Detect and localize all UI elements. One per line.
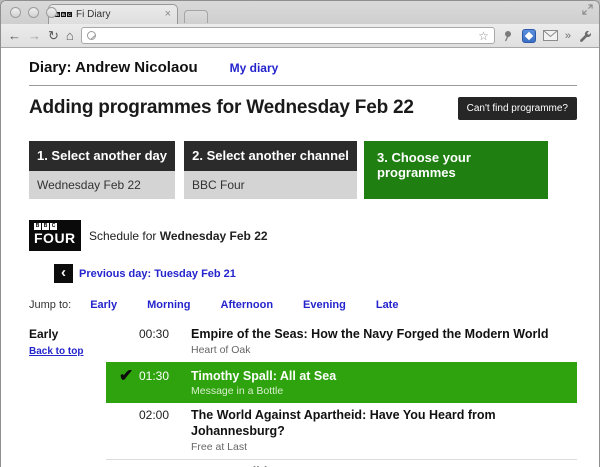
- browser-window: BBC Fi Diary × ← → ↻ ⌂ ☆ » Diary: Andrew…: [0, 0, 600, 467]
- channel-schedule-header: BBC FOUR Schedule for Wednesday Feb 22: [29, 220, 577, 251]
- step-select-channel-label[interactable]: 2. Select another channel: [184, 141, 357, 171]
- programme-subtitle: Heart of Oak: [191, 343, 251, 356]
- programme-row[interactable]: 03:00 How to Build... Series 1, A Jumbo …: [106, 460, 577, 467]
- schedule-for-text: Schedule for Wednesday Feb 22: [89, 228, 268, 243]
- tab-title: Fi Diary: [76, 9, 111, 20]
- pin-extension-icon[interactable]: [502, 29, 515, 42]
- programme-time: 02:00: [139, 408, 170, 423]
- step-select-day[interactable]: 1. Select another day Wednesday Feb 22: [29, 141, 175, 199]
- schedule-date: Wednesday Feb 22: [159, 228, 268, 243]
- previous-day-link[interactable]: Previous day: Tuesday Feb 21: [79, 268, 236, 280]
- home-icon[interactable]: ⌂: [66, 29, 74, 42]
- jump-to-nav: Jump to: Early Morning Afternoon Evening…: [29, 299, 577, 311]
- programme-title[interactable]: The World Against Apartheid: Have You He…: [191, 408, 577, 439]
- section-label-early: Early: [29, 327, 59, 341]
- window-controls: [10, 7, 57, 18]
- programme-subtitle: Free at Last: [191, 440, 248, 453]
- reload-icon[interactable]: ↻: [48, 29, 59, 42]
- wizard-steps: 1. Select another day Wednesday Feb 22 2…: [29, 141, 577, 199]
- bbc-four-wordmark: FOUR: [34, 230, 76, 246]
- schedule-list: Early Back to top 00:30 Empire of the Se…: [29, 322, 577, 467]
- tab-strip: BBC Fi Diary ×: [1, 1, 599, 24]
- step-select-day-label[interactable]: 1. Select another day: [29, 141, 175, 171]
- step-select-day-value: Wednesday Feb 22: [29, 171, 175, 199]
- previous-day-nav[interactable]: ‹ Previous day: Tuesday Feb 21: [54, 264, 577, 283]
- previous-day-arrow-icon[interactable]: ‹: [54, 264, 73, 283]
- programme-time: 01:30: [139, 368, 170, 383]
- bbc-favicon-icon: BBC: [55, 12, 72, 17]
- check-icon: ✔: [119, 365, 134, 385]
- programme-time: 00:30: [139, 327, 170, 341]
- programme-row[interactable]: 02:00 The World Against Apartheid: Have …: [106, 403, 577, 460]
- url-input[interactable]: [100, 29, 474, 42]
- my-diary-link[interactable]: My diary: [230, 61, 279, 75]
- step-select-channel[interactable]: 2. Select another channel BBC Four: [184, 141, 357, 199]
- browser-tab[interactable]: BBC Fi Diary ×: [48, 4, 178, 24]
- programme-row[interactable]: 00:30 Empire of the Seas: How the Navy F…: [106, 322, 577, 362]
- expand-window-icon[interactable]: [582, 4, 593, 15]
- close-tab-icon[interactable]: ×: [165, 9, 171, 20]
- minimize-window-button[interactable]: [28, 7, 39, 18]
- toolbar-overflow-icon[interactable]: »: [565, 30, 571, 42]
- envelope-extension-icon[interactable]: [542, 30, 558, 41]
- programme-title[interactable]: Timothy Spall: All at Sea: [191, 369, 577, 385]
- diary-header: Diary: Andrew Nicolaou My diary: [29, 59, 577, 76]
- programme-subtitle: Message in a Bottle: [191, 385, 284, 398]
- adding-programmes-heading: Adding programmes for Wednesday Feb 22: [29, 97, 414, 118]
- jump-link-afternoon[interactable]: Afternoon: [221, 299, 274, 311]
- zoom-window-button[interactable]: [46, 7, 57, 18]
- address-bar[interactable]: ☆: [80, 27, 495, 44]
- forward-icon[interactable]: →: [28, 29, 41, 42]
- jump-link-evening[interactable]: Evening: [303, 299, 346, 311]
- programme-title[interactable]: Empire of the Seas: How the Navy Forged …: [191, 327, 577, 343]
- page-content: Diary: Andrew Nicolaou My diary Adding p…: [1, 48, 599, 467]
- jump-link-morning[interactable]: Morning: [147, 299, 190, 311]
- browser-toolbar: ← → ↻ ⌂ ☆ »: [1, 24, 599, 48]
- bookmark-star-icon[interactable]: ☆: [478, 30, 489, 42]
- blue-extension-icon[interactable]: [521, 28, 536, 43]
- back-icon[interactable]: ←: [8, 29, 21, 42]
- page-title: Diary: Andrew Nicolaou: [29, 59, 198, 76]
- globe-icon: [86, 31, 96, 40]
- step-choose-programmes: 3. Choose your programmes: [364, 141, 548, 199]
- close-window-button[interactable]: [10, 7, 21, 18]
- jump-link-early[interactable]: Early: [90, 299, 117, 311]
- programme-row-selected[interactable]: ✔ 01:30 Timothy Spall: All at Sea Messag…: [106, 361, 577, 404]
- wrench-menu-icon[interactable]: [578, 29, 592, 43]
- jump-link-late[interactable]: Late: [376, 299, 399, 311]
- new-tab-button[interactable]: [184, 10, 208, 23]
- step-select-channel-value: BBC Four: [184, 171, 357, 199]
- bbc-four-logo-icon: BBC FOUR: [29, 220, 81, 251]
- back-to-top-link[interactable]: Back to top: [29, 346, 83, 357]
- header-divider: [29, 85, 577, 86]
- jump-to-label: Jump to:: [29, 299, 72, 311]
- cant-find-programme-button[interactable]: Can't find programme?: [457, 97, 577, 120]
